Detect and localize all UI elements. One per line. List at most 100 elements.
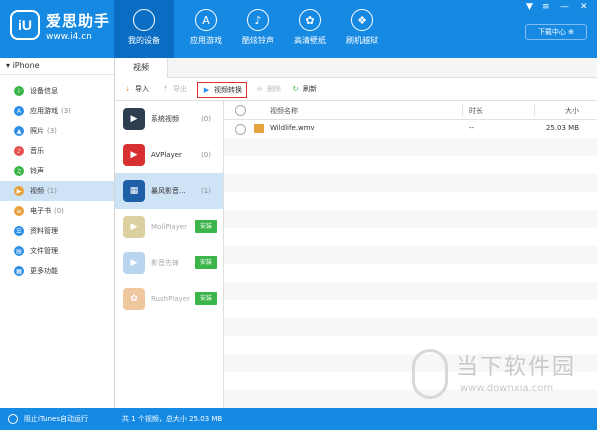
sidebar-item[interactable]: A 应用游戏 (3): [0, 101, 114, 121]
col-duration[interactable]: 时长: [469, 106, 483, 116]
player-app-item[interactable]: ▶ AVPlayer (0): [115, 137, 223, 173]
sidebar-item-label: 电子书: [30, 207, 51, 215]
video-duration: --: [469, 124, 475, 132]
moliplayer-icon: ▶: [123, 216, 145, 238]
appstore-icon: A: [14, 106, 24, 116]
toolbar: ⇣ 导入 ⇡ 导出 ▶ 视频转换 ⊖ 删除 ↻ 刷新: [115, 78, 597, 101]
app-name: 系统视频: [151, 115, 179, 123]
nav-label: 酷炫铃声: [242, 36, 274, 45]
delete-button[interactable]: ⊖ 删除: [255, 82, 281, 96]
download-label: 下载中心: [537, 28, 566, 36]
sidebar-item-count: (3): [61, 107, 71, 115]
export-button[interactable]: ⇡ 导出: [161, 82, 187, 96]
contacts-icon: ☰: [14, 226, 24, 236]
sidebar-item[interactable]: ☰ 资料管理: [0, 221, 114, 241]
download-center-button[interactable]: 下载中心 ⊕: [525, 24, 587, 40]
app-count: (1): [201, 187, 211, 195]
delete-icon: ⊖: [256, 85, 263, 93]
appstore-icon: A: [195, 9, 217, 31]
col-divider: [462, 104, 463, 116]
video-file-icon: [254, 124, 264, 133]
baofeng-icon: ▦: [123, 180, 145, 202]
install-button[interactable]: 安装: [195, 292, 217, 305]
brand-url: www.i4.cn: [46, 32, 92, 42]
nav-wallpapers[interactable]: ✿ 高清壁纸: [280, 0, 340, 58]
delete-label: 删除: [267, 85, 281, 93]
player-app-item[interactable]: ▶ 系统视频 (0): [115, 101, 223, 137]
device-name: iPhone: [12, 61, 40, 70]
nav-my-device[interactable]: 我的设备: [114, 0, 174, 58]
sidebar-item[interactable]: i 设备信息: [0, 81, 114, 101]
sidebar-item-label: 应用游戏: [30, 107, 58, 115]
sidebar-item[interactable]: ≡ 电子书 (0): [0, 201, 114, 221]
watermark-url: www.downxia.com: [460, 383, 554, 394]
empty-row: [224, 210, 597, 228]
player-app-item[interactable]: ▦ 暴风影音... (1): [115, 173, 223, 209]
block-itunes-label[interactable]: 阻止iTunes自动运行: [24, 414, 88, 424]
col-name[interactable]: 视频名称: [270, 106, 298, 116]
row-checkbox[interactable]: [235, 124, 246, 135]
player-app-item[interactable]: ✿ RushPlayer 安装: [115, 281, 223, 317]
app-name: MoliPlayer: [151, 223, 187, 231]
close-icon[interactable]: ✕: [580, 2, 588, 12]
install-button[interactable]: 安装: [195, 220, 217, 233]
install-button[interactable]: 安装: [195, 256, 217, 269]
app-name: AVPlayer: [151, 151, 182, 159]
empty-row: [224, 300, 597, 318]
video-convert-button[interactable]: ▶ 视频转换: [197, 82, 247, 98]
sidebar-item-count: (3): [47, 127, 57, 135]
sidebar-item-label: 更多功能: [30, 267, 58, 275]
device-selector[interactable]: ▾ iPhone: [0, 58, 114, 75]
player-app-list: ▶ 系统视频 (0) ▶ AVPlayer (0) ▦ 暴风影音... (1) ▶ MoliPlay…: [115, 101, 224, 408]
top-header: iU 爱思助手 www.i4.cn 我的设备 A 应用游戏 ♪ 酷炫铃声 ✿ 高…: [0, 0, 597, 58]
menu-icon[interactable]: ≡: [542, 2, 550, 12]
sidebar-item[interactable]: ♪ 音乐: [0, 141, 114, 161]
tab-video[interactable]: 视频: [115, 58, 168, 78]
empty-row: [224, 156, 597, 174]
minimize-icon[interactable]: —: [560, 2, 569, 12]
sidebar-item-label: 设备信息: [30, 87, 58, 95]
col-size[interactable]: 大小: [565, 106, 579, 116]
status-bar: 阻止iTunes自动运行 共 1 个视频，总大小 25.03 MB: [0, 408, 597, 430]
sidebar-item[interactable]: ▤ 文件管理: [0, 241, 114, 261]
empty-row: [224, 228, 597, 246]
flower-icon: ✿: [299, 9, 321, 31]
sidebar-item[interactable]: ♫ 铃声: [0, 161, 114, 181]
brand-name: 爱思助手: [46, 12, 111, 30]
refresh-button[interactable]: ↻ 刷新: [291, 82, 317, 96]
yingyin-icon: ▶: [123, 252, 145, 274]
nav-label: 应用游戏: [190, 36, 222, 45]
status-summary: 共 1 个视频，总大小 25.03 MB: [122, 415, 223, 423]
sidebar-item[interactable]: ▲ 照片 (3): [0, 121, 114, 141]
sidebar-item-label: 文件管理: [30, 247, 58, 255]
rushplayer-icon: ✿: [123, 288, 145, 310]
skin-icon[interactable]: ▼: [526, 2, 533, 12]
sidebar-item[interactable]: ▶ 视频 (1): [0, 181, 114, 201]
grid-icon: ▦: [14, 266, 24, 276]
nav-flash-jailbreak[interactable]: ❖ 刷机越狱: [332, 0, 392, 58]
app-logo: iU: [10, 10, 40, 40]
select-all-checkbox[interactable]: [235, 105, 246, 116]
watermark-logo-icon: [412, 349, 448, 399]
col-divider: [534, 104, 535, 116]
convert-label: 视频转换: [214, 86, 242, 94]
nav-apps-games[interactable]: A 应用游戏: [176, 0, 236, 58]
player-app-item[interactable]: ▶ 影音先锋 安装: [115, 245, 223, 281]
table-row[interactable]: Wildlife.wmv -- 25.03 MB: [224, 120, 597, 138]
nav-ringtones[interactable]: ♪ 酷炫铃声: [228, 0, 288, 58]
app-name: 影音先锋: [151, 259, 179, 267]
system-video-icon: ▶: [123, 108, 145, 130]
itunes-toggle-icon[interactable]: [8, 414, 18, 424]
table-header: 视频名称 时长 大小: [224, 101, 597, 120]
video-size: 25.03 MB: [545, 124, 579, 132]
sidebar-item-count: (1): [47, 187, 57, 195]
nav-label: 我的设备: [128, 36, 160, 45]
player-app-item[interactable]: ▶ MoliPlayer 安装: [115, 209, 223, 245]
sidebar-item[interactable]: ▦ 更多功能: [0, 261, 114, 281]
import-button[interactable]: ⇣ 导入: [123, 82, 149, 96]
info-icon: i: [14, 86, 24, 96]
empty-row: [224, 192, 597, 210]
video-icon: ▶: [14, 186, 24, 196]
refresh-icon: ↻: [292, 85, 299, 93]
brand: 爱思助手 www.i4.cn: [46, 10, 110, 42]
